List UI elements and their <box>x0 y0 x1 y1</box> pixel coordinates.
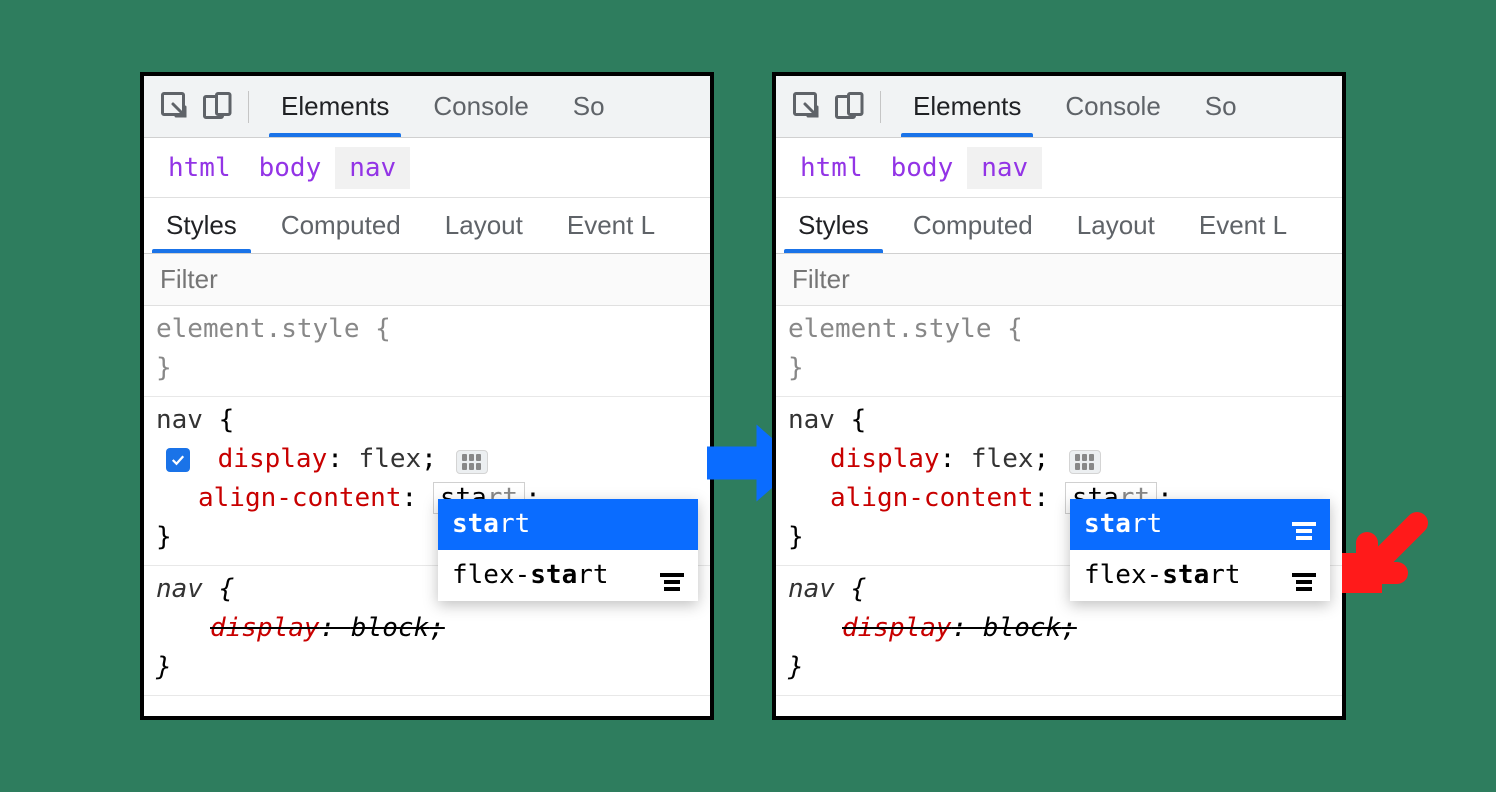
subtab-computed[interactable]: Computed <box>259 198 423 253</box>
align-start-icon <box>1292 515 1316 535</box>
tab-elements[interactable]: Elements <box>891 76 1043 137</box>
colon: : <box>1034 483 1065 513</box>
brace-close: } <box>156 353 172 383</box>
semicolon: ; <box>429 613 445 643</box>
devtools-panel-after: Elements Console So html body nav Styles… <box>772 72 1346 720</box>
crumb-body[interactable]: body <box>877 147 968 189</box>
colon: : <box>940 444 971 474</box>
crumb-nav[interactable]: nav <box>967 147 1042 189</box>
declaration-display-flex[interactable]: display: flex; <box>156 440 698 479</box>
flex-editor-icon[interactable] <box>456 450 488 474</box>
device-toggle-icon[interactable] <box>832 89 868 125</box>
property-name: display <box>842 613 952 643</box>
flex-editor-icon[interactable] <box>1069 450 1101 474</box>
property-name: display <box>210 613 320 643</box>
brace-open: { <box>375 314 391 344</box>
property-name[interactable]: display <box>830 444 940 474</box>
toolbar-divider <box>880 91 881 123</box>
main-toolbar: Elements Console So <box>776 76 1342 138</box>
colon: : <box>320 613 351 643</box>
devtools-panel-before: Elements Console So html body nav Styles… <box>140 72 714 720</box>
subtab-styles[interactable]: Styles <box>776 198 891 253</box>
selector-text: nav <box>788 574 835 604</box>
autocomplete-item-start[interactable]: start <box>1070 499 1330 550</box>
autocomplete-item-flex-start[interactable]: flex-start <box>438 550 698 601</box>
rule-element-style[interactable]: element.style { } <box>776 306 1342 397</box>
subtab-styles[interactable]: Styles <box>144 198 259 253</box>
inspect-icon[interactable] <box>158 89 194 125</box>
declaration-display-block-overridden[interactable]: display: block; <box>156 609 698 648</box>
brace-close: } <box>156 522 172 552</box>
inspect-icon[interactable] <box>790 89 826 125</box>
autocomplete-dropdown: start flex-start <box>1070 499 1330 601</box>
tab-elements[interactable]: Elements <box>259 76 411 137</box>
property-value[interactable]: flex <box>359 444 422 474</box>
tab-sources-truncated[interactable]: So <box>1183 76 1259 137</box>
rule-nav-flex[interactable]: nav { display: flex; align-content: star… <box>776 397 1342 566</box>
colon: : <box>327 444 358 474</box>
toolbar-divider <box>248 91 249 123</box>
rule-nav-flex[interactable]: nav { display: flex; align-content: star… <box>144 397 710 566</box>
styles-subtabs: Styles Computed Layout Event L <box>776 198 1342 254</box>
rule-element-style[interactable]: element.style { } <box>144 306 710 397</box>
brace-open: { <box>219 405 235 435</box>
tab-console[interactable]: Console <box>1043 76 1182 137</box>
semicolon: ; <box>421 444 437 474</box>
subtab-layout[interactable]: Layout <box>423 198 545 253</box>
semicolon: ; <box>1061 613 1077 643</box>
selector-text: nav <box>156 405 203 435</box>
brace-open: { <box>1007 314 1023 344</box>
autocomplete-item-flex-start[interactable]: flex-start <box>1070 550 1330 601</box>
subtab-layout[interactable]: Layout <box>1055 198 1177 253</box>
device-toggle-icon[interactable] <box>200 89 236 125</box>
declaration-display-flex[interactable]: display: flex; <box>788 440 1330 479</box>
styles-filter-input[interactable] <box>144 254 710 305</box>
declaration-display-block-overridden[interactable]: display: block; <box>788 609 1330 648</box>
main-toolbar: Elements Console So <box>144 76 710 138</box>
crumb-html[interactable]: html <box>786 147 877 189</box>
brace-open: { <box>851 405 867 435</box>
styles-filter-input[interactable] <box>776 254 1342 305</box>
property-enabled-checkbox[interactable] <box>166 448 190 472</box>
tab-sources-truncated[interactable]: So <box>551 76 627 137</box>
property-name[interactable]: display <box>218 444 328 474</box>
align-start-icon <box>660 566 684 586</box>
breadcrumb: html body nav <box>144 138 710 198</box>
property-value: block <box>351 613 429 643</box>
tab-console[interactable]: Console <box>411 76 550 137</box>
brace-close: } <box>788 522 804 552</box>
styles-filter-row <box>776 254 1342 306</box>
colon: : <box>402 483 433 513</box>
brace-close: } <box>788 652 804 682</box>
semicolon: ; <box>1034 444 1050 474</box>
property-value: block <box>983 613 1061 643</box>
brace-open: { <box>219 574 235 604</box>
subtab-event-listeners-truncated[interactable]: Event L <box>545 198 677 253</box>
brace-close: } <box>788 353 804 383</box>
styles-subtabs: Styles Computed Layout Event L <box>144 198 710 254</box>
align-start-icon <box>1292 566 1316 586</box>
autocomplete-item-start[interactable]: start <box>438 499 698 550</box>
brace-close: } <box>156 652 172 682</box>
selector-text: element.style <box>156 314 360 344</box>
property-name[interactable]: align-content <box>198 483 402 513</box>
crumb-nav[interactable]: nav <box>335 147 410 189</box>
subtab-event-listeners-truncated[interactable]: Event L <box>1177 198 1309 253</box>
selector-text: nav <box>788 405 835 435</box>
styles-filter-row <box>144 254 710 306</box>
crumb-body[interactable]: body <box>245 147 336 189</box>
autocomplete-dropdown: start flex-start <box>438 499 698 601</box>
brace-open: { <box>851 574 867 604</box>
subtab-computed[interactable]: Computed <box>891 198 1055 253</box>
colon: : <box>952 613 983 643</box>
crumb-html[interactable]: html <box>154 147 245 189</box>
breadcrumb: html body nav <box>776 138 1342 198</box>
selector-text: nav <box>156 574 203 604</box>
selector-text: element.style <box>788 314 992 344</box>
property-value[interactable]: flex <box>971 444 1034 474</box>
callout-arrow-icon <box>1332 508 1432 613</box>
property-name[interactable]: align-content <box>830 483 1034 513</box>
